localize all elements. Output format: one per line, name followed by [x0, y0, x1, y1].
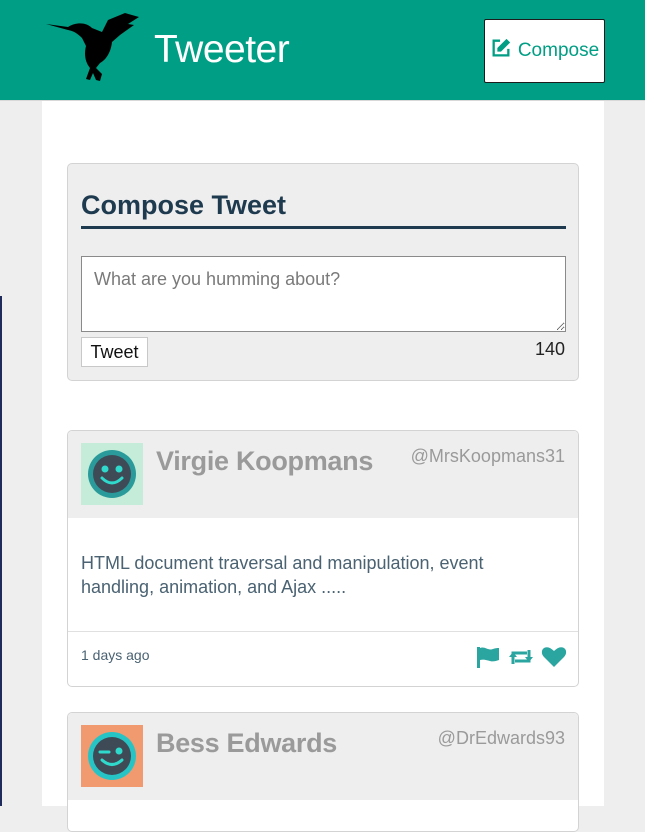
main-container: Compose Tweet Tweet 140 Virgie Koopmans … [42, 101, 604, 832]
tweet-input[interactable] [81, 256, 566, 332]
tweet-card: Bess Edwards @DrEdwards93 [67, 712, 579, 832]
compose-title: Compose Tweet [81, 190, 566, 229]
tweet-footer: 1 days ago [68, 631, 578, 686]
app-brand[interactable]: Tweeter [154, 28, 290, 72]
author-name: Bess Edwards [156, 728, 337, 758]
tweet-card: Virgie Koopmans @MrsKoopmans31 HTML docu… [67, 430, 579, 687]
winking-avatar-icon [81, 725, 143, 787]
compose-tweet-section: Compose Tweet Tweet 140 [67, 163, 579, 381]
smiley-avatar-icon [81, 443, 143, 505]
author-handle: @MrsKoopmans31 [410, 446, 565, 466]
hummingbird-logo [40, 10, 140, 82]
character-counter: 140 [534, 339, 565, 359]
compose-button[interactable]: Compose [484, 19, 605, 83]
compose-label: Compose [517, 40, 600, 61]
edit-icon [490, 37, 512, 65]
top-nav: Tweeter Compose [0, 0, 645, 101]
tweet-submit-button[interactable]: Tweet [81, 337, 148, 367]
tweet-header: Bess Edwards @DrEdwards93 [68, 713, 578, 800]
author-handle: @DrEdwards93 [437, 728, 565, 748]
retweet-icon[interactable] [508, 645, 534, 669]
tweet-text: HTML document traversal and manipulation… [81, 553, 484, 597]
author-name: Virgie Koopmans [156, 446, 374, 476]
tweet-actions [475, 645, 567, 669]
heart-icon[interactable] [541, 645, 567, 669]
flag-icon[interactable] [475, 645, 501, 669]
tweet-header: Virgie Koopmans @MrsKoopmans31 [68, 431, 578, 518]
tweet-timestamp: 1 days ago [81, 647, 150, 663]
window-edge [0, 296, 2, 806]
